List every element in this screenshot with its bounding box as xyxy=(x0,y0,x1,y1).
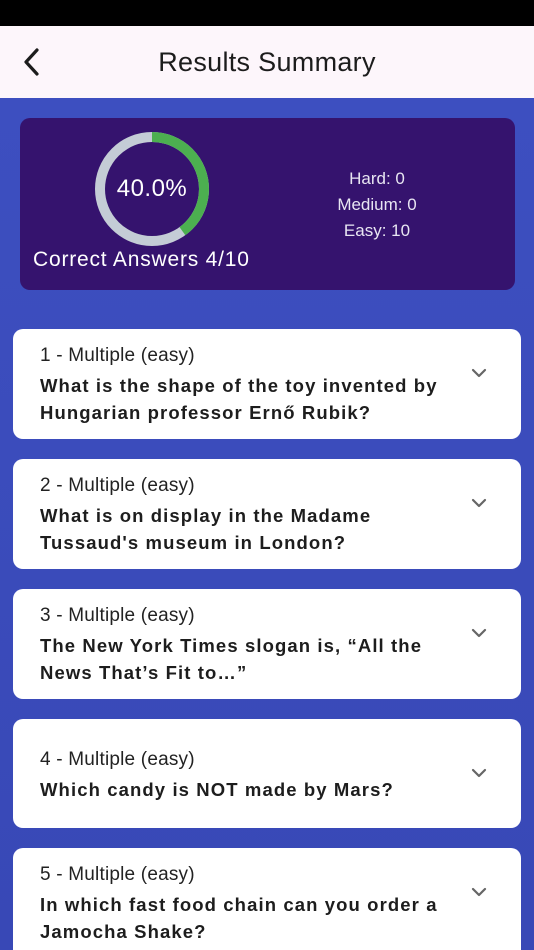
chevron-down-icon[interactable] xyxy=(469,763,489,783)
hard-count: Hard: 0 xyxy=(349,169,405,188)
medium-count: Medium: 0 xyxy=(337,195,417,214)
header-bar: Results Summary xyxy=(0,26,534,98)
chevron-left-icon xyxy=(24,48,39,76)
score-percent: 40.0% xyxy=(116,175,188,202)
question-meta: 1 - Multiple (easy) xyxy=(40,345,195,366)
question-text: The New York Times slogan is, “All the N… xyxy=(40,635,423,683)
question-meta: 3 - Multiple (easy) xyxy=(40,605,195,626)
results-content[interactable]: 40.0% Correct Answers 4/10 Hard: 0 Mediu… xyxy=(0,98,534,950)
question-text: In which fast food chain can you order a… xyxy=(40,894,438,942)
correct-answers-label: Correct Answers 4/10 xyxy=(33,248,250,271)
score-summary-card: 40.0% Correct Answers 4/10 Hard: 0 Mediu… xyxy=(20,118,515,290)
chevron-down-icon[interactable] xyxy=(469,882,489,902)
question-meta: 4 - Multiple (easy) xyxy=(40,749,195,770)
easy-count: Easy: 10 xyxy=(343,221,411,240)
question-text: What is on display in the Madame Tussaud… xyxy=(40,505,372,553)
question-meta: 2 - Multiple (easy) xyxy=(40,475,195,496)
question-item-3[interactable]: 3 - Multiple (easy) The New York Times s… xyxy=(13,589,521,699)
status-bar xyxy=(0,0,534,26)
page-title: Results Summary xyxy=(158,46,376,77)
back-button[interactable] xyxy=(14,44,50,80)
question-item-4[interactable]: 4 - Multiple (easy) Which candy is NOT m… xyxy=(13,719,521,828)
question-item-1[interactable]: 1 - Multiple (easy) What is the shape of… xyxy=(13,329,521,439)
question-meta: 5 - Multiple (easy) xyxy=(40,864,195,885)
question-text: What is the shape of the toy invented by… xyxy=(40,375,438,423)
chevron-down-icon[interactable] xyxy=(469,623,489,643)
question-text: Which candy is NOT made by Mars? xyxy=(40,779,394,800)
chevron-down-icon[interactable] xyxy=(469,493,489,513)
question-item-5[interactable]: 5 - Multiple (easy) In which fast food c… xyxy=(13,848,521,950)
difficulty-breakdown: Hard: 0 Medium: 0 Easy: 10 xyxy=(300,166,454,244)
question-item-2[interactable]: 2 - Multiple (easy) What is on display i… xyxy=(13,459,521,569)
chevron-down-icon[interactable] xyxy=(469,363,489,383)
